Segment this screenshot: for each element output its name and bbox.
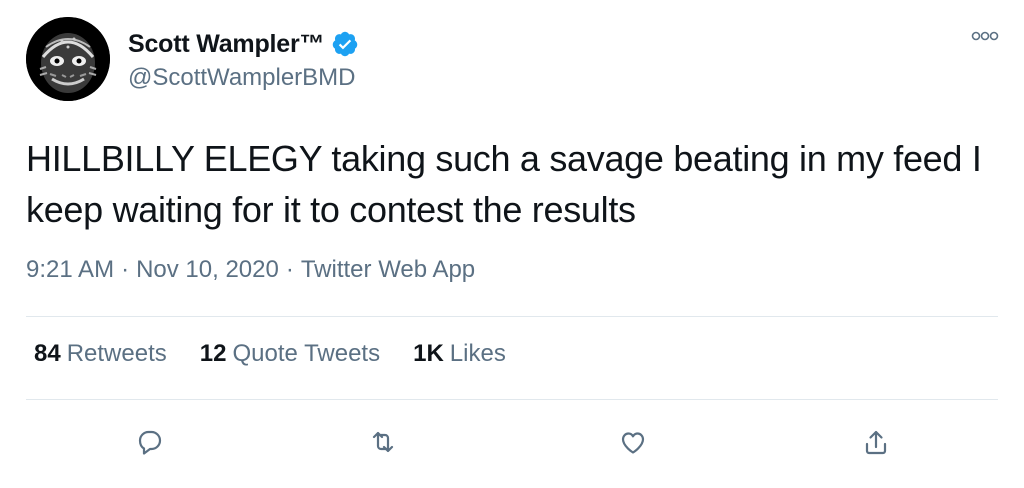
tweet-source[interactable]: Twitter Web App bbox=[301, 256, 475, 283]
quote-tweets-stat[interactable]: 12 Quote Tweets bbox=[200, 340, 380, 368]
tweet-meta: 9:21 AM · Nov 10, 2020 · Twitter Web App bbox=[26, 256, 475, 284]
divider bbox=[26, 316, 998, 317]
retweets-label: Retweets bbox=[66, 340, 167, 367]
more-icon[interactable] bbox=[970, 28, 1000, 44]
likes-label: Likes bbox=[449, 340, 506, 367]
verified-badge-icon bbox=[331, 30, 359, 58]
user-handle[interactable]: @ScottWamplerBMD bbox=[128, 64, 356, 92]
reply-icon bbox=[138, 430, 162, 455]
tweet-text: HILLBILLY ELEGY taking such a savage bea… bbox=[26, 138, 982, 230]
share-icon bbox=[865, 430, 887, 455]
divider bbox=[26, 399, 998, 400]
retweet-button[interactable] bbox=[361, 420, 405, 464]
avatar[interactable] bbox=[26, 17, 110, 101]
quote-tweets-count: 12 bbox=[199, 340, 227, 367]
meta-separator: · bbox=[285, 256, 294, 283]
retweets-stat[interactable]: 84 Retweets bbox=[34, 340, 167, 368]
display-name-row: Scott Wampler™ bbox=[128, 28, 359, 60]
likes-stat[interactable]: 1K Likes bbox=[413, 340, 506, 368]
meta-separator: · bbox=[121, 256, 130, 283]
like-button[interactable] bbox=[611, 420, 655, 464]
share-button[interactable] bbox=[854, 420, 898, 464]
reply-button[interactable] bbox=[126, 420, 170, 464]
tweet-date[interactable]: Nov 10, 2020 bbox=[136, 256, 279, 283]
retweet-icon bbox=[372, 431, 394, 453]
tweet-time[interactable]: 9:21 AM bbox=[26, 256, 114, 283]
display-name[interactable]: Scott Wampler™ bbox=[128, 30, 324, 59]
heart-icon bbox=[621, 432, 645, 454]
quote-tweets-label: Quote Tweets bbox=[232, 340, 381, 367]
tweet-stats: 84 Retweets 12 Quote Tweets 1K Likes bbox=[34, 340, 539, 368]
creature-avatar-image bbox=[26, 17, 110, 101]
retweets-count: 84 bbox=[34, 340, 61, 367]
tweet-card: Scott Wampler™ @ScottWamplerBMD HILLBILL… bbox=[0, 0, 1024, 488]
likes-count: 1K bbox=[413, 340, 444, 367]
